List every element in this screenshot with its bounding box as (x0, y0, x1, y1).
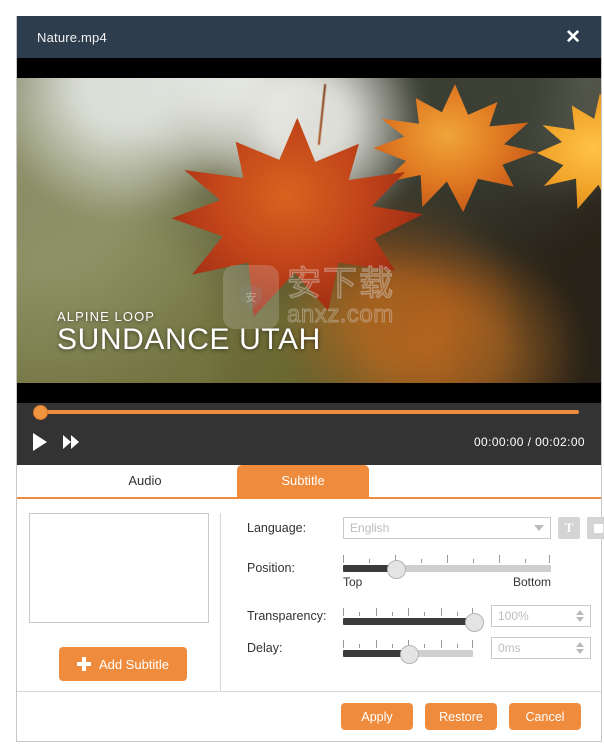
window-title: Nature.mp4 (37, 29, 107, 45)
language-row: Language: English T (247, 517, 604, 539)
add-subtitle-button[interactable]: Add Subtitle (59, 647, 187, 681)
text-format-icon: T (564, 520, 574, 535)
seek-handle[interactable] (33, 404, 48, 420)
delay-spinner[interactable]: 0ms (491, 637, 591, 659)
transparency-slider[interactable] (343, 607, 484, 632)
spinner-up-icon[interactable] (576, 642, 584, 647)
position-slider-track[interactable] (343, 560, 551, 579)
tab-audio[interactable]: Audio (79, 465, 211, 497)
total-time: 00:02:00 (535, 435, 585, 449)
seek-track[interactable] (39, 410, 579, 414)
language-select[interactable]: English (343, 517, 551, 539)
position-slider[interactable]: Top Bottom (343, 555, 551, 589)
tab-subtitle[interactable]: Subtitle (237, 465, 369, 497)
title-bar: Nature.mp4 ✕ (17, 16, 601, 58)
spinner-down-icon[interactable] (576, 649, 584, 654)
caption-title: SUNDANCE UTAH (57, 323, 321, 356)
language-label: Language: (247, 521, 307, 535)
add-subtitle-label: Add Subtitle (98, 656, 170, 672)
apply-button[interactable]: Apply (341, 703, 413, 730)
position-slider-ticks (343, 555, 551, 563)
position-slider-endlabels: Top Bottom (343, 575, 551, 589)
subtitle-list-pane: Add Subtitle (17, 513, 221, 691)
restore-button[interactable]: Restore (425, 703, 497, 730)
delay-slider-fill (343, 649, 408, 657)
chevron-down-icon (534, 525, 544, 531)
spinner-up-icon[interactable] (576, 610, 584, 615)
subtitle-options-pane: Language: English T Position: Top Bottom… (221, 513, 604, 691)
delay-value: 0ms (498, 641, 521, 655)
subtitle-color-button[interactable] (587, 517, 604, 539)
delay-slider[interactable] (343, 639, 473, 664)
fast-forward-icon[interactable] (63, 435, 79, 449)
transparency-label: Transparency: (247, 609, 327, 623)
plus-icon (76, 657, 91, 671)
video-caption: ALPINE LOOP SUNDANCE UTAH (57, 310, 321, 355)
caption-subtitle: ALPINE LOOP (57, 309, 156, 324)
seek-bar[interactable] (33, 403, 585, 421)
color-swatch-icon (593, 523, 603, 533)
dialog-footer: Apply Restore Cancel (17, 691, 601, 741)
position-end-label: Bottom (512, 575, 551, 589)
subtitle-list[interactable] (29, 513, 209, 623)
transparency-slider-track[interactable] (343, 612, 484, 632)
time-separator: / (527, 435, 532, 449)
delay-slider-knob[interactable] (399, 644, 419, 664)
play-icon[interactable] (33, 433, 47, 451)
time-display: 00:00:00 / 00:02:00 (474, 435, 585, 449)
player-buttons-row: 00:00:00 / 00:02:00 (33, 421, 585, 463)
delay-row: Delay: 0ms (247, 637, 604, 664)
subtitle-settings-window: Nature.mp4 ✕ ALPINE LOOP SUNDANCE UTAH 安… (16, 16, 604, 742)
position-label: Position: (247, 561, 295, 575)
delay-slider-track[interactable] (343, 644, 473, 664)
playback-button-group (33, 433, 79, 451)
tab-bar: Audio Subtitle (17, 465, 601, 499)
delay-label: Delay: (247, 641, 283, 655)
subtitle-settings-panel: Add Subtitle Language: English T Positio… (17, 499, 604, 691)
position-row: Position: Top Bottom (247, 555, 604, 589)
video-preview[interactable]: ALPINE LOOP SUNDANCE UTAH 安 安下载 anxz.com (17, 58, 601, 403)
transparency-spinner[interactable]: 100% (491, 605, 591, 627)
position-start-label: Top (343, 575, 363, 589)
player-controls: 00:00:00 / 00:02:00 (17, 403, 601, 465)
cancel-button[interactable]: Cancel (509, 703, 581, 730)
font-style-button[interactable]: T (558, 517, 580, 539)
transparency-slider-ticks (343, 607, 473, 616)
transparency-slider-knob[interactable] (464, 612, 484, 632)
close-icon[interactable]: ✕ (559, 26, 587, 49)
transparency-spinner-arrows[interactable] (576, 610, 584, 622)
transparency-value: 100% (498, 609, 529, 623)
transparency-slider-fill (343, 617, 473, 625)
delay-spinner-arrows[interactable] (576, 642, 584, 654)
current-time: 00:00:00 (473, 435, 524, 449)
spinner-down-icon[interactable] (576, 617, 584, 622)
transparency-row: Transparency: 100% (247, 605, 604, 632)
language-value: English (350, 521, 390, 535)
position-slider-knob[interactable] (386, 560, 406, 579)
